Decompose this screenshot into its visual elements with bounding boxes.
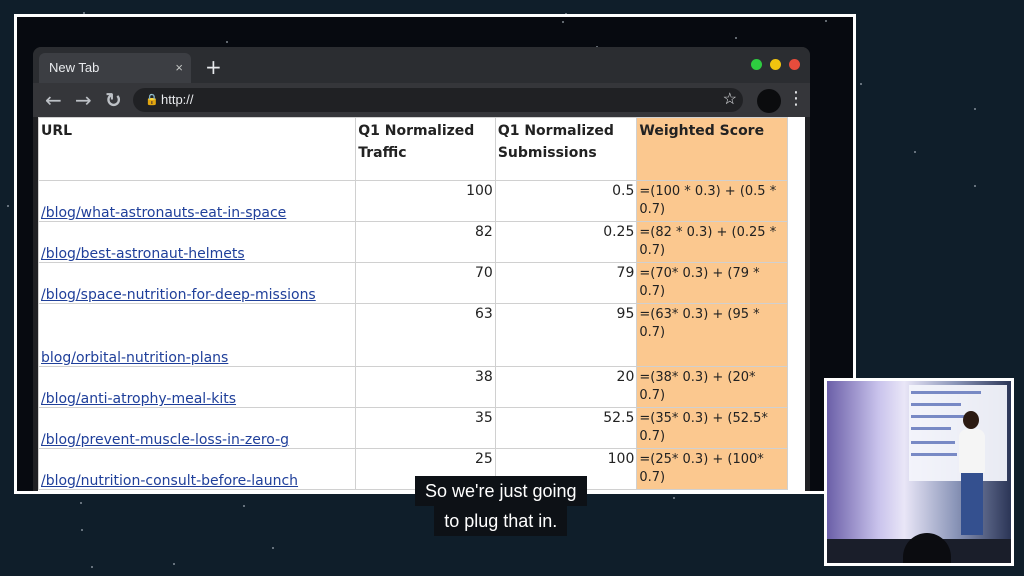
header-submissions[interactable]: Q1 Normalized Submissions [494, 117, 638, 181]
maximize-dot-icon[interactable] [751, 59, 762, 70]
screen-text-line [911, 415, 971, 418]
url-link[interactable]: /blog/what-astronauts-eat-in-space [41, 205, 286, 221]
traffic-cell[interactable]: 63 [355, 303, 496, 367]
tab-title: New Tab [49, 60, 100, 75]
header-row: URL Q1 Normalized Traffic Q1 Normalized … [38, 117, 788, 181]
traffic-cell[interactable]: 70 [355, 262, 496, 304]
submissions-cell[interactable]: 20 [494, 366, 638, 408]
url-cell[interactable]: /blog/what-astronauts-eat-in-space [38, 180, 357, 222]
address-bar[interactable]: 🔒 http:// ☆ [133, 88, 743, 112]
browser-window: New Tab × + ← → ↻ 🔒 http:// ☆ ⋮ URL Q1 N… [33, 47, 810, 491]
speaker-figure-body [959, 429, 985, 473]
header-traffic[interactable]: Q1 Normalized Traffic [355, 117, 496, 181]
browser-toolbar: ← → ↻ 🔒 http:// ☆ ⋮ [33, 83, 810, 117]
header-url[interactable]: URL [38, 117, 357, 181]
star-dot [825, 20, 827, 22]
star-dot [860, 83, 862, 85]
tab-new-tab[interactable]: New Tab × [39, 53, 191, 83]
url-link[interactable]: /blog/best-astronaut-helmets [41, 246, 245, 262]
table-row: blog/orbital-nutrition-plans 63 95 =(63* 0.… [38, 303, 788, 367]
star-dot [91, 566, 93, 568]
speaker-video-inset [824, 378, 1014, 566]
spreadsheet-table: URL Q1 Normalized Traffic Q1 Normalized … [38, 117, 788, 490]
table-row: /blog/anti-atrophy-meal-kits 38 20 =(38* 0.… [38, 366, 788, 408]
star-dot [272, 547, 274, 549]
speaker-figure-legs [961, 471, 983, 535]
star-dot [735, 37, 737, 39]
subtitle-caption: So we're just going to plug that in. [415, 476, 587, 536]
star-dot [974, 108, 976, 110]
presentation-slide: New Tab × + ← → ↻ 🔒 http:// ☆ ⋮ URL Q1 N… [14, 14, 856, 494]
minimize-dot-icon[interactable] [770, 59, 781, 70]
traffic-cell[interactable]: 38 [355, 366, 496, 408]
header-weighted-score[interactable]: Weighted Score [636, 117, 788, 181]
url-cell[interactable]: /blog/prevent-muscle-loss-in-zero-g [38, 407, 357, 449]
submissions-cell[interactable]: 95 [494, 303, 638, 367]
close-tab-icon[interactable]: × [175, 53, 183, 83]
weighted-score-formula-cell[interactable]: =(38* 0.3) + (20* 0.7) [636, 366, 788, 408]
new-tab-plus-icon[interactable]: + [205, 53, 222, 81]
url-cell[interactable]: /blog/space-nutrition-for-deep-missions [38, 262, 357, 304]
table-row: /blog/prevent-muscle-loss-in-zero-g 35 52.… [38, 407, 788, 449]
weighted-score-formula-cell[interactable]: =(100 * 0.3) + (0.5 * 0.7) [636, 180, 788, 222]
table-row: /blog/what-astronauts-eat-in-space 100 0.5… [38, 180, 788, 222]
star-dot [7, 205, 9, 207]
star-dot [974, 185, 976, 187]
url-link[interactable]: /blog/space-nutrition-for-deep-missions [41, 287, 316, 303]
table-row: /blog/nutrition-consult-before-launch 25 1… [38, 448, 788, 490]
traffic-cell[interactable]: 100 [355, 180, 496, 222]
star-dot [226, 41, 228, 43]
url-cell[interactable]: /blog/best-astronaut-helmets [38, 221, 357, 263]
submissions-cell[interactable]: 0.5 [494, 180, 638, 222]
table-row: /blog/best-astronaut-helmets 82 0.25 =(82 *… [38, 221, 788, 263]
url-cell[interactable]: blog/orbital-nutrition-plans [38, 303, 357, 367]
table-row: /blog/space-nutrition-for-deep-missions 7… [38, 262, 788, 304]
tab-strip: New Tab × + [33, 47, 810, 83]
url-link[interactable]: /blog/nutrition-consult-before-launch [41, 473, 298, 489]
speaker-figure-head [963, 411, 979, 429]
submissions-cell[interactable]: 0.25 [494, 221, 638, 263]
star-dot [914, 151, 916, 153]
lock-icon: 🔒 [145, 94, 159, 106]
bookmark-star-icon[interactable]: ☆ [723, 88, 737, 112]
star-dot [80, 502, 82, 504]
screen-text-line [911, 403, 961, 406]
weighted-score-formula-cell[interactable]: =(35* 0.3) + (52.5* 0.7) [636, 407, 788, 449]
back-arrow-icon[interactable]: ← [45, 87, 62, 113]
screen-text-line [911, 427, 951, 430]
screen-text-line [911, 441, 955, 444]
address-bar-url[interactable]: http:// [161, 88, 194, 112]
weighted-score-formula-cell[interactable]: =(25* 0.3) + (100* 0.7) [636, 448, 788, 490]
star-dot [173, 563, 175, 565]
star-dot [673, 497, 675, 499]
browser-menu-icon[interactable]: ⋮ [787, 85, 805, 113]
submissions-cell[interactable]: 79 [494, 262, 638, 304]
caption-line-2: to plug that in. [434, 506, 568, 536]
window-controls [751, 59, 800, 70]
reload-icon[interactable]: ↻ [105, 87, 122, 113]
url-cell[interactable]: /blog/nutrition-consult-before-launch [38, 448, 357, 490]
url-link[interactable]: /blog/prevent-muscle-loss-in-zero-g [41, 432, 289, 448]
star-dot [81, 529, 83, 531]
weighted-score-formula-cell[interactable]: =(63* 0.3) + (95 * 0.7) [636, 303, 788, 367]
url-link[interactable]: /blog/anti-atrophy-meal-kits [41, 391, 236, 407]
profile-avatar[interactable] [757, 89, 781, 113]
url-link[interactable]: blog/orbital-nutrition-plans [41, 350, 228, 366]
traffic-cell[interactable]: 82 [355, 221, 496, 263]
close-dot-icon[interactable] [789, 59, 800, 70]
weighted-score-formula-cell[interactable]: =(70* 0.3) + (79 * 0.7) [636, 262, 788, 304]
screen-text-line [911, 453, 957, 456]
weighted-score-formula-cell[interactable]: =(82 * 0.3) + (0.25 * 0.7) [636, 221, 788, 263]
traffic-cell[interactable]: 35 [355, 407, 496, 449]
screen-text-line [911, 391, 981, 394]
stage-screen [909, 385, 1007, 481]
submissions-cell[interactable]: 52.5 [494, 407, 638, 449]
spreadsheet: URL Q1 Normalized Traffic Q1 Normalized … [38, 117, 805, 491]
forward-arrow-icon[interactable]: → [75, 87, 92, 113]
caption-line-1: So we're just going [415, 476, 587, 506]
url-cell[interactable]: /blog/anti-atrophy-meal-kits [38, 366, 357, 408]
star-dot [243, 505, 245, 507]
star-dot [562, 21, 564, 23]
